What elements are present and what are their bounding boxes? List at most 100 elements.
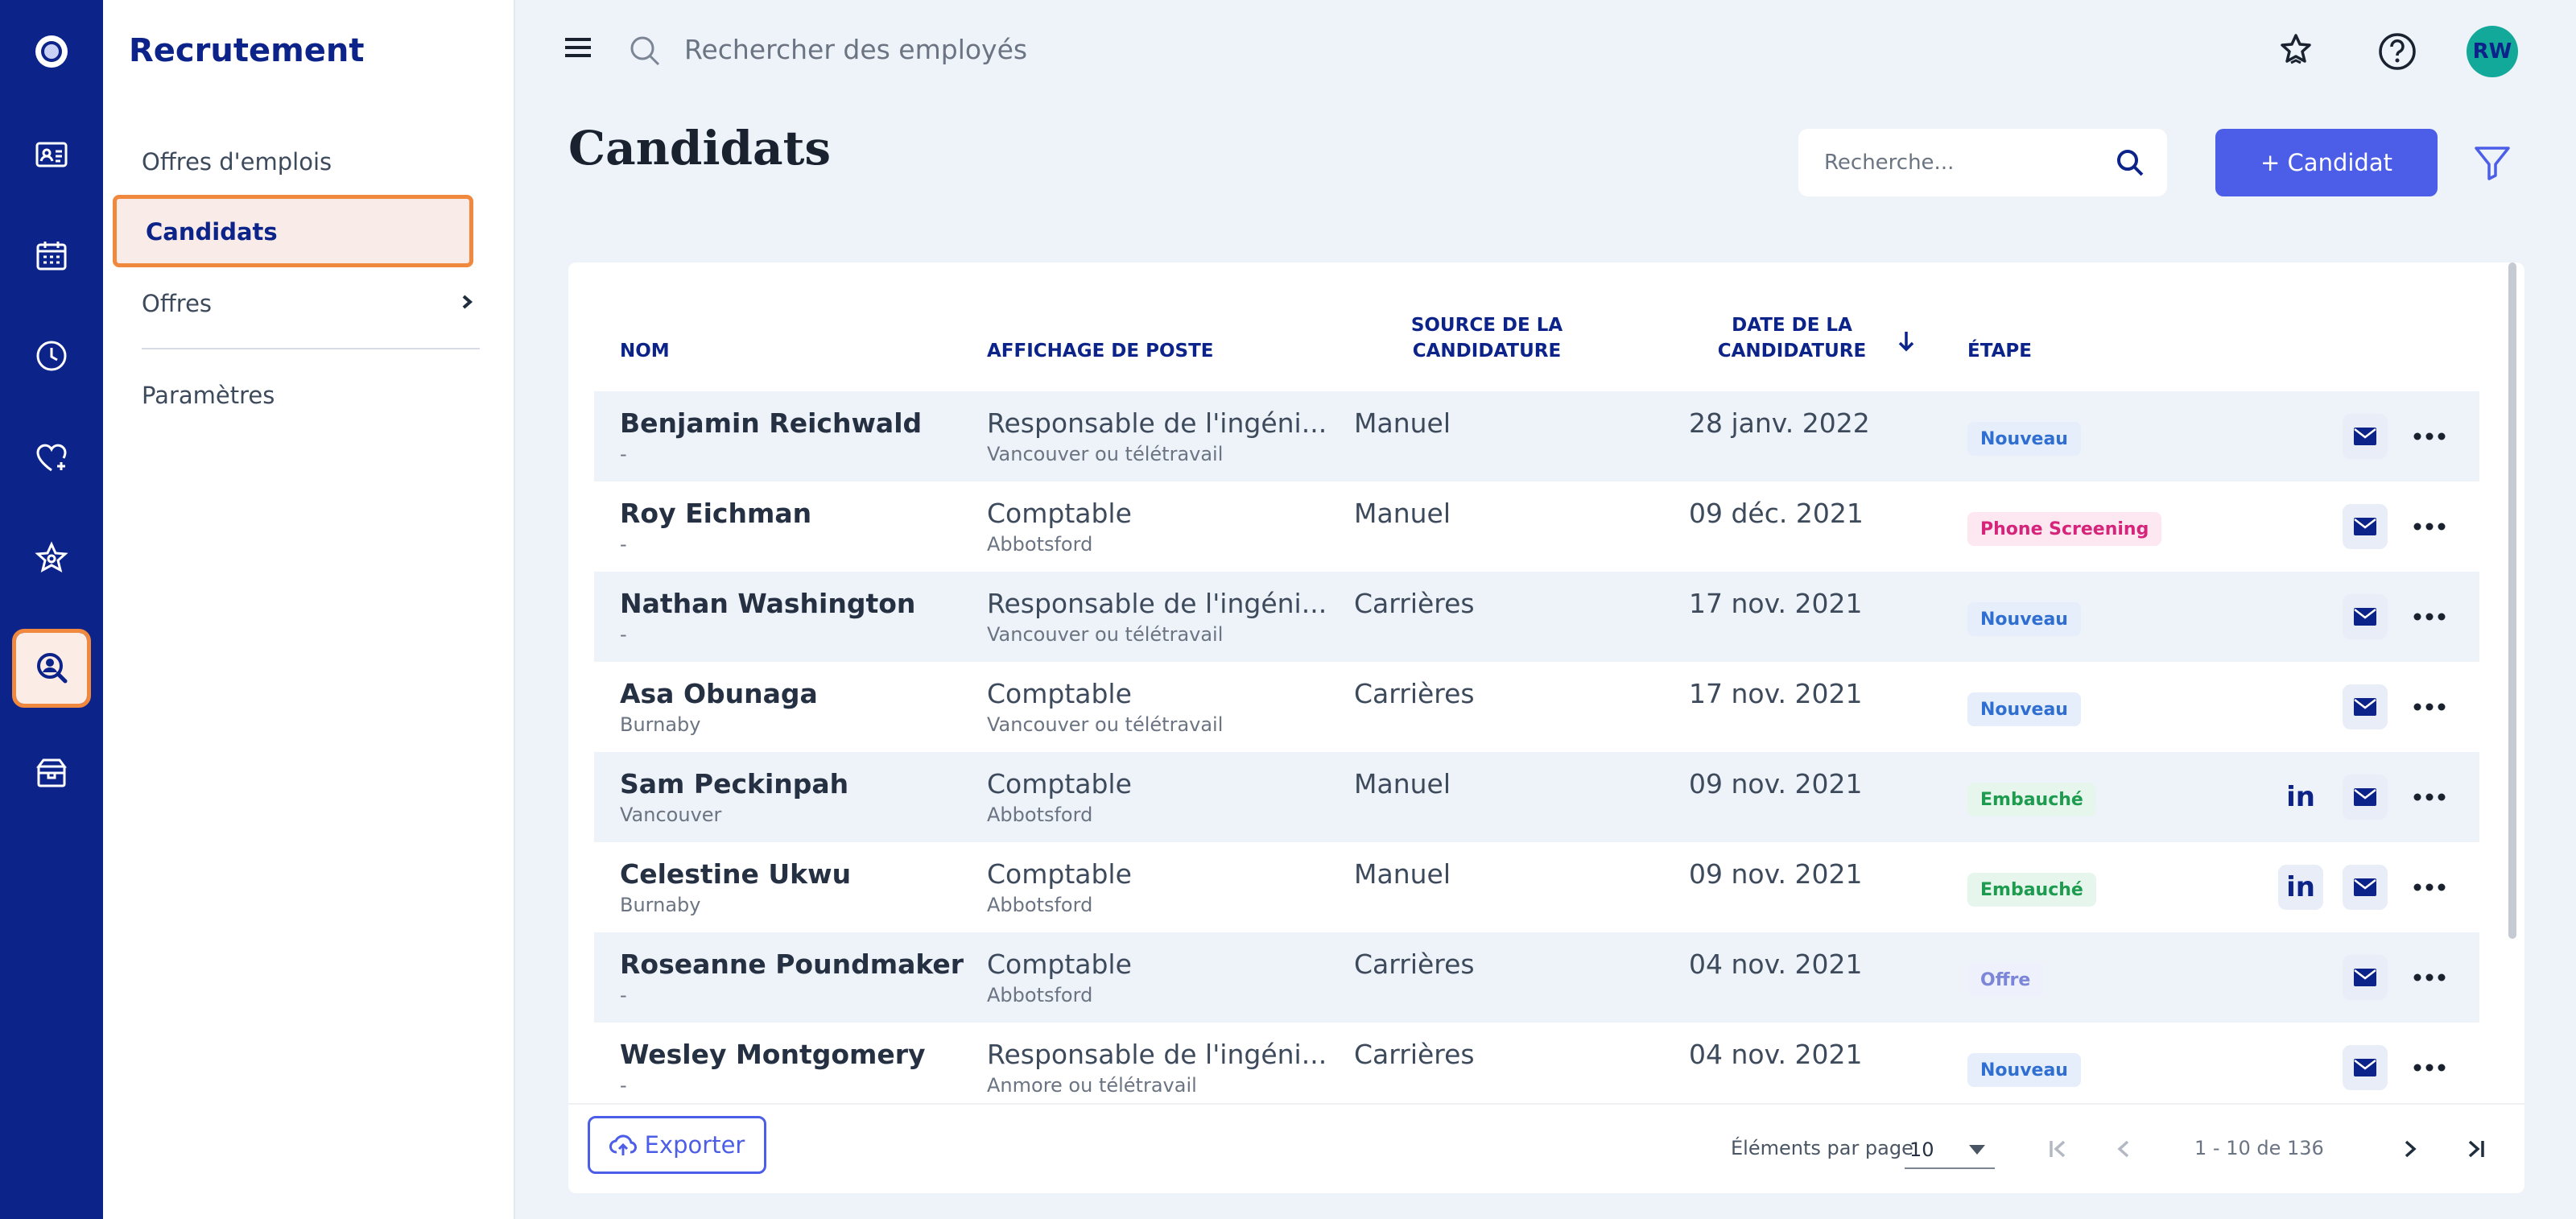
email-button[interactable] — [2343, 684, 2388, 729]
application-source: Carrières — [1354, 948, 1475, 980]
linkedin-icon[interactable]: in — [2278, 865, 2323, 910]
candidate-location: - — [620, 443, 627, 465]
job-posting: Comptable — [987, 858, 1132, 890]
table-footer: Exporter Éléments par page 10 1 - 10 de … — [568, 1103, 2524, 1193]
mail-icon — [2354, 428, 2376, 445]
more-horizontal-icon — [2413, 793, 2446, 801]
column-header-posting[interactable]: AFFICHAGE DE POSTE — [987, 338, 1214, 364]
help-icon[interactable] — [2376, 31, 2418, 72]
star-icon[interactable] — [2275, 31, 2317, 72]
search-icon[interactable] — [2114, 147, 2146, 179]
more-actions-button[interactable] — [2407, 865, 2452, 910]
job-posting: Comptable — [987, 768, 1132, 800]
stage-badge: Nouveau — [1967, 422, 2081, 456]
email-button[interactable] — [2343, 865, 2388, 910]
email-button[interactable] — [2343, 775, 2388, 820]
scrollbar[interactable] — [2508, 262, 2516, 939]
application-date: 28 janv. 2022 — [1689, 407, 1870, 439]
more-actions-button[interactable] — [2407, 684, 2452, 729]
previous-page-button[interactable] — [2104, 1129, 2145, 1169]
more-actions-button[interactable] — [2407, 775, 2452, 820]
icon-rail — [0, 0, 103, 1219]
per-page-select[interactable]: 10 — [1905, 1129, 1995, 1169]
logo-icon[interactable] — [16, 16, 87, 87]
candidate-name[interactable]: Roseanne Poundmaker — [620, 948, 964, 980]
clock-icon[interactable] — [16, 320, 87, 391]
gift-box-icon[interactable] — [16, 738, 87, 808]
first-page-button[interactable] — [2038, 1129, 2079, 1169]
table-row[interactable]: Wesley Montgomery - Responsable de l'ingén… — [594, 1023, 2479, 1113]
application-date: 09 nov. 2021 — [1689, 768, 1863, 800]
sidebar: Recrutement Offres d'emplois Candidats O… — [103, 0, 515, 1219]
heart-plus-icon[interactable] — [16, 422, 87, 493]
column-header-name[interactable]: NOM — [620, 338, 670, 364]
candidate-name[interactable]: Roy Eichman — [620, 498, 811, 529]
candidate-name[interactable]: Sam Peckinpah — [620, 768, 848, 800]
cloud-upload-icon — [609, 1134, 637, 1155]
sidebar-item-candidats[interactable]: Candidats — [113, 195, 473, 267]
candidate-name[interactable]: Asa Obunaga — [620, 678, 818, 709]
email-button[interactable] — [2343, 504, 2388, 549]
linkedin-icon[interactable]: in — [2278, 775, 2323, 820]
sidebar-item-offres[interactable]: Offres — [142, 290, 212, 317]
candidate-name[interactable]: Nathan Washington — [620, 588, 915, 619]
candidate-search-input[interactable] — [1824, 129, 2114, 196]
calendar-icon[interactable] — [16, 221, 87, 291]
candidate-name[interactable]: Benjamin Reichwald — [620, 407, 922, 439]
candidate-name[interactable]: Celestine Ukwu — [620, 858, 851, 890]
chevron-right-icon[interactable] — [457, 290, 477, 314]
table-row[interactable]: Benjamin Reichwald - Responsable de l'ingé… — [594, 391, 2479, 481]
table-row[interactable]: Roseanne Poundmaker - Comptable Abbotsford C… — [594, 932, 2479, 1023]
application-source: Manuel — [1354, 498, 1451, 529]
avatar[interactable]: RW — [2467, 26, 2518, 77]
pagination-range: 1 - 10 de 136 — [2194, 1137, 2324, 1159]
email-button[interactable] — [2343, 955, 2388, 1000]
per-page-label: Éléments par page — [1731, 1137, 1913, 1159]
email-button[interactable] — [2343, 594, 2388, 639]
mail-icon — [2354, 969, 2376, 986]
table-row[interactable]: Celestine Ukwu Burnaby Comptable Abbotsford… — [594, 842, 2479, 932]
more-actions-button[interactable] — [2407, 955, 2452, 1000]
column-header-source-line1: SOURCE DE LA — [1410, 315, 1563, 336]
employee-search-input[interactable]: Rechercher des employés — [684, 34, 1027, 65]
table-row[interactable]: Sam Peckinpah Vancouver Comptable Abbotsfor… — [594, 752, 2479, 842]
last-page-icon — [2468, 1140, 2484, 1158]
star-badge-icon[interactable] — [16, 523, 87, 594]
more-actions-button[interactable] — [2407, 504, 2452, 549]
export-label: Exporter — [644, 1131, 745, 1159]
application-date: 17 nov. 2021 — [1689, 678, 1863, 709]
job-posting-location: Vancouver ou télétravail — [987, 713, 1224, 736]
sidebar-item-offres-emplois[interactable]: Offres d'emplois — [142, 148, 332, 176]
more-actions-button[interactable] — [2407, 594, 2452, 639]
email-button[interactable] — [2343, 414, 2388, 459]
application-source: Manuel — [1354, 858, 1451, 890]
job-posting: Responsable de l'ingéni... — [987, 407, 1327, 439]
chevron-right-icon — [2405, 1140, 2417, 1158]
id-card-icon[interactable] — [16, 119, 87, 190]
menu-icon[interactable] — [564, 35, 592, 60]
sidebar-title: Recrutement — [129, 32, 365, 69]
column-header-stage[interactable]: ÉTAPE — [1967, 338, 2032, 364]
sidebar-item-parametres[interactable]: Paramètres — [142, 382, 275, 409]
table-row[interactable]: Roy Eichman - Comptable Abbotsford Manuel 09 … — [594, 481, 2479, 572]
next-page-button[interactable] — [2389, 1129, 2429, 1169]
job-posting-location: Abbotsford — [987, 533, 1093, 556]
column-header-date[interactable]: DATE DE LA CANDIDATURE — [1711, 312, 1872, 364]
mail-icon — [2354, 788, 2376, 806]
application-date: 17 nov. 2021 — [1689, 588, 1863, 619]
more-actions-button[interactable] — [2407, 1045, 2452, 1090]
sort-descending-icon[interactable] — [1895, 327, 1918, 354]
recruitment-search-icon[interactable] — [12, 629, 91, 708]
candidate-location: Burnaby — [620, 713, 701, 736]
column-header-source[interactable]: SOURCE DE LA CANDIDATURE — [1410, 312, 1563, 364]
email-button[interactable] — [2343, 1045, 2388, 1090]
more-actions-button[interactable] — [2407, 414, 2452, 459]
filter-icon[interactable] — [2471, 142, 2513, 184]
add-candidate-button[interactable]: + Candidat — [2215, 129, 2438, 196]
table-row[interactable]: Asa Obunaga Burnaby Comptable Vancouver ou … — [594, 662, 2479, 752]
candidate-name[interactable]: Wesley Montgomery — [620, 1039, 926, 1070]
more-horizontal-icon — [2413, 1064, 2446, 1072]
last-page-button[interactable] — [2455, 1129, 2496, 1169]
table-row[interactable]: Nathan Washington - Responsable de l'ingén… — [594, 572, 2479, 662]
export-button[interactable]: Exporter — [588, 1116, 766, 1174]
